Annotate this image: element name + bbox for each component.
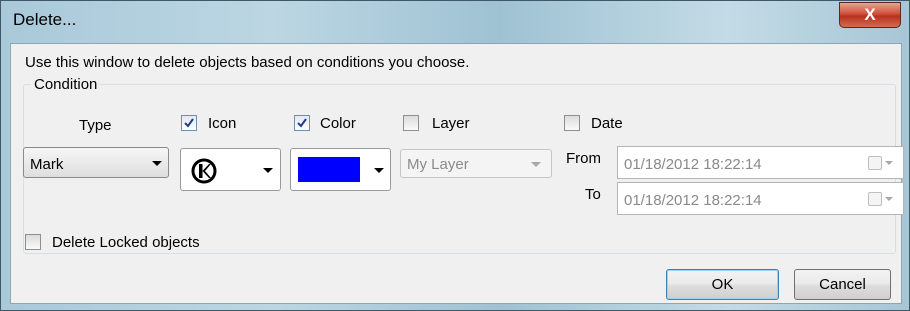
close-button[interactable]: X [839, 2, 901, 28]
ok-button[interactable]: OK [666, 269, 779, 300]
calendar-icon[interactable] [868, 156, 882, 170]
color-swatch [298, 157, 360, 182]
delete-dialog: Delete... X Use this window to delete ob… [0, 0, 910, 311]
to-date-picker[interactable]: 01/18/2012 18:22:14 [617, 182, 904, 215]
calendar-icon[interactable] [868, 192, 882, 206]
layer-dropdown-value: My Layer [407, 156, 469, 173]
chevron-down-icon [152, 161, 162, 166]
color-dropdown[interactable] [290, 148, 391, 191]
title-bar[interactable]: Delete... X [1, 1, 909, 43]
checkmark-icon [297, 118, 307, 128]
chevron-down-icon [374, 168, 384, 173]
from-date-picker[interactable]: 01/18/2012 18:22:14 [617, 146, 904, 179]
checkmark-icon [184, 118, 194, 128]
icon-label: Icon [208, 115, 237, 132]
chevron-down-icon [885, 197, 893, 201]
from-label: From [566, 150, 601, 167]
date-checkbox[interactable] [564, 115, 580, 131]
chevron-down-icon [885, 161, 893, 165]
to-label: To [585, 186, 601, 203]
chevron-down-icon [531, 162, 541, 167]
date-label: Date [591, 115, 623, 132]
delete-locked-checkbox[interactable] [25, 234, 41, 250]
dialog-title: Delete... [13, 10, 77, 29]
dialog-body: Use this window to delete objects based … [10, 43, 904, 304]
icon-checkbox[interactable] [181, 115, 197, 131]
from-date-value: 01/18/2012 18:22:14 [624, 156, 762, 173]
type-label: Type [79, 117, 112, 134]
k-circle-icon [191, 158, 217, 184]
delete-locked-label: Delete Locked objects [52, 234, 200, 251]
cancel-button[interactable]: Cancel [794, 269, 891, 300]
description-text: Use this window to delete objects based … [25, 54, 470, 71]
layer-dropdown[interactable]: My Layer [400, 149, 552, 178]
type-dropdown[interactable]: Mark [23, 147, 169, 178]
color-checkbox[interactable] [294, 115, 310, 131]
type-dropdown-value: Mark [30, 156, 64, 173]
layer-checkbox[interactable] [403, 115, 419, 131]
chevron-down-icon [263, 168, 273, 173]
color-label: Color [320, 115, 356, 132]
to-date-value: 01/18/2012 18:22:14 [624, 192, 762, 209]
layer-label: Layer [432, 115, 470, 132]
condition-legend: Condition [31, 76, 101, 93]
icon-dropdown[interactable] [180, 148, 281, 191]
